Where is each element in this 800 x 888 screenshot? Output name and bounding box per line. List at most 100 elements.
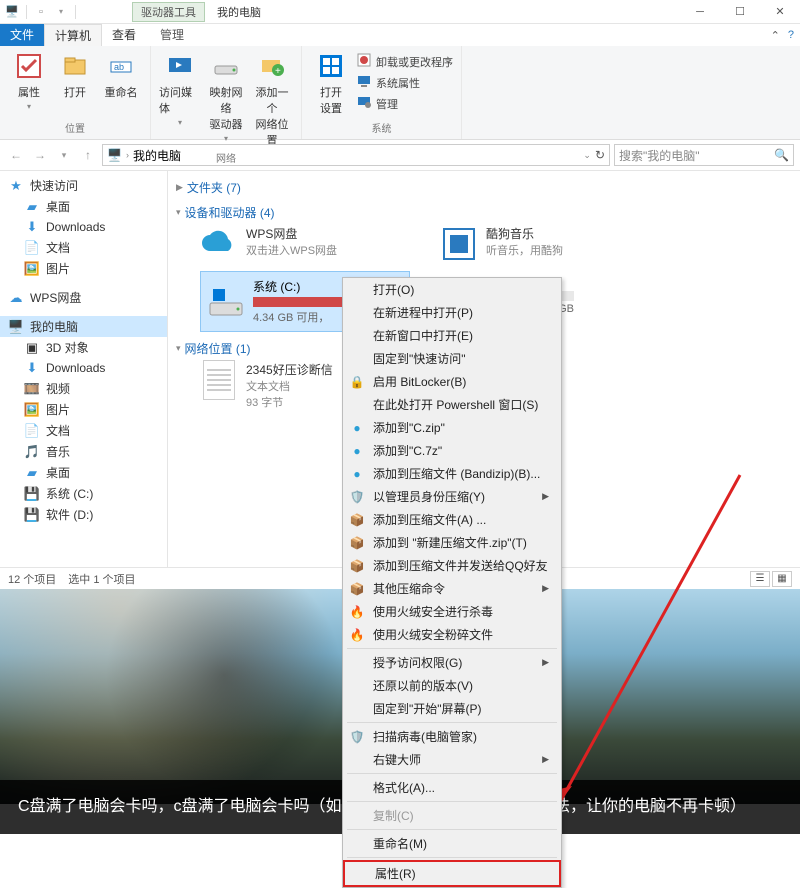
- open-button[interactable]: 打开: [54, 50, 96, 118]
- sidebar-item-quick-access[interactable]: ★快速访问: [0, 175, 167, 196]
- menu-powershell[interactable]: 在此处打开 Powershell 窗口(S): [343, 393, 561, 416]
- sidebar-item-wps[interactable]: ☁WPS网盘: [0, 287, 167, 308]
- dropdown-icon[interactable]: ▾: [53, 4, 69, 20]
- rename-button[interactable]: ab 重命名: [100, 50, 142, 118]
- manage-button[interactable]: 管理: [356, 94, 453, 113]
- menu-add-newzip[interactable]: 📦添加到 "新建压缩文件.zip"(T): [343, 531, 561, 554]
- sidebar-item-documents[interactable]: 📄文档: [0, 237, 167, 258]
- uninstall-programs-button[interactable]: 卸载或更改程序: [356, 52, 453, 71]
- refresh-button[interactable]: ↻: [595, 148, 605, 162]
- sidebar-item-desktop[interactable]: ▰桌面: [0, 196, 167, 217]
- sidebar-item-downloads2[interactable]: ⬇Downloads: [0, 358, 167, 378]
- sidebar-item-desktop2[interactable]: ▰桌面: [0, 462, 167, 483]
- svg-text:+: +: [275, 66, 281, 77]
- sidebar-item-downloads[interactable]: ⬇Downloads: [0, 217, 167, 237]
- menu-copy[interactable]: 复制(C): [343, 804, 561, 827]
- system-properties-button[interactable]: 系统属性: [356, 73, 453, 92]
- menu-scan-guanjia[interactable]: 🛡️扫描病毒(电脑管家): [343, 725, 561, 748]
- path-segment[interactable]: 我的电脑: [133, 147, 181, 164]
- search-icon[interactable]: 🔍: [774, 148, 789, 162]
- open-settings-button[interactable]: 打开 设置: [310, 50, 352, 118]
- separator: [347, 648, 557, 649]
- tab-file[interactable]: 文件: [0, 24, 44, 46]
- sidebar-item-documents2[interactable]: 📄文档: [0, 420, 167, 441]
- maximize-button[interactable]: ☐: [720, 0, 760, 24]
- sidebar-item-this-pc[interactable]: 🖥️我的电脑: [0, 316, 167, 337]
- picture-icon: 🖼️: [24, 402, 40, 418]
- sidebar-item-drive-d[interactable]: 💾软件 (D:): [0, 504, 167, 525]
- menu-format[interactable]: 格式化(A)...: [343, 776, 561, 799]
- menu-zip-qq[interactable]: 📦添加到压缩文件并发送给QQ好友: [343, 554, 561, 577]
- menu-other-zip[interactable]: 📦其他压缩命令▶: [343, 577, 561, 600]
- menu-huorong-shred[interactable]: 🔥使用火绒安全粉碎文件: [343, 623, 561, 646]
- menu-grant-access[interactable]: 授予访问权限(G)▶: [343, 651, 561, 674]
- flame-icon: 🔥: [349, 627, 365, 643]
- up-button[interactable]: ↑: [78, 145, 98, 165]
- history-dropdown[interactable]: ▾: [54, 145, 74, 165]
- menu-add-c7z[interactable]: ●添加到"C.7z": [343, 439, 561, 462]
- details-view-button[interactable]: ☰: [750, 571, 770, 587]
- section-folders[interactable]: ▶ 文件夹 (7): [176, 175, 792, 200]
- contextual-tab-drive-tools[interactable]: 驱动器工具: [132, 2, 205, 22]
- zip-icon: ●: [349, 466, 365, 482]
- back-button[interactable]: ←: [6, 145, 26, 165]
- collapse-ribbon-icon[interactable]: ⌃: [771, 29, 780, 42]
- properties-icon[interactable]: ▫: [33, 4, 49, 20]
- app-icon: [440, 225, 478, 263]
- document-icon: 📄: [24, 240, 40, 256]
- properties-button[interactable]: 属性 ▾: [8, 50, 50, 118]
- cloud-icon: [200, 225, 238, 263]
- menu-restore-previous[interactable]: 还原以前的版本(V): [343, 674, 561, 697]
- tab-view[interactable]: 查看: [102, 24, 146, 46]
- device-wps[interactable]: WPS网盘 双击进入WPS网盘: [200, 225, 400, 263]
- sidebar-item-drive-c[interactable]: 💾系统 (C:): [0, 483, 167, 504]
- picture-icon: 🖼️: [24, 261, 40, 277]
- forward-button[interactable]: →: [30, 145, 50, 165]
- settings-icon: [315, 50, 347, 82]
- menu-bandizip[interactable]: ●添加到压缩文件 (Bandizip)(B)...: [343, 462, 561, 485]
- menu-properties[interactable]: 属性(R): [343, 860, 561, 887]
- close-button[interactable]: ✕: [760, 0, 800, 24]
- menu-add-zip-a[interactable]: 📦添加到压缩文件(A) ...: [343, 508, 561, 531]
- sidebar-item-music[interactable]: 🎵音乐: [0, 441, 167, 462]
- access-media-button[interactable]: 访问媒体 ▾: [159, 50, 201, 148]
- menu-pin-start[interactable]: 固定到"开始"屏幕(P): [343, 697, 561, 720]
- sidebar-item-video[interactable]: 🎞️视频: [0, 378, 167, 399]
- menu-rename[interactable]: 重命名(M): [343, 832, 561, 855]
- pc-icon: [356, 73, 372, 92]
- separator: [347, 773, 557, 774]
- path-dropdown-icon[interactable]: ⌄: [583, 150, 591, 161]
- path-box[interactable]: 🖥️ › 我的电脑 ⌄ ↻: [102, 144, 610, 166]
- menu-pin-quick-access[interactable]: 固定到"快速访问": [343, 347, 561, 370]
- add-network-location-button[interactable]: + 添加一个 网络位置: [251, 50, 293, 148]
- menu-add-czip[interactable]: ●添加到"C.zip": [343, 416, 561, 439]
- desktop-icon: ▰: [24, 199, 40, 215]
- icons-view-button[interactable]: ▦: [772, 571, 792, 587]
- sidebar-item-pictures[interactable]: 🖼️图片: [0, 258, 167, 279]
- minimize-button[interactable]: ─: [680, 0, 720, 24]
- pc-icon: 🖥️: [8, 319, 24, 335]
- menu-open-new-process[interactable]: 在新进程中打开(P): [343, 301, 561, 324]
- menu-huorong-av[interactable]: 🔥使用火绒安全进行杀毒: [343, 600, 561, 623]
- tab-manage[interactable]: 管理: [150, 24, 194, 46]
- menu-open[interactable]: 打开(O): [343, 278, 561, 301]
- device-kugou[interactable]: 酷狗音乐 听音乐，用酷狗: [440, 225, 640, 263]
- menu-rightclick-master[interactable]: 右键大师▶: [343, 748, 561, 771]
- sidebar-item-3d[interactable]: ▣3D 对象: [0, 337, 167, 358]
- help-icon[interactable]: ?: [788, 29, 794, 41]
- ribbon-group-location: 属性 ▾ 打开 ab 重命名 位置: [0, 46, 151, 139]
- menu-open-new-window[interactable]: 在新窗口中打开(E): [343, 324, 561, 347]
- menu-admin-zip[interactable]: 🛡️以管理员身份压缩(Y)▶: [343, 485, 561, 508]
- menu-bitlocker[interactable]: 🔒启用 BitLocker(B): [343, 370, 561, 393]
- section-devices[interactable]: ▾ 设备和驱动器 (4): [176, 200, 792, 225]
- search-input[interactable]: 搜索"我的电脑" 🔍: [614, 144, 794, 166]
- tab-computer[interactable]: 计算机: [44, 24, 102, 46]
- archive-icon: 📦: [349, 558, 365, 574]
- selection-count: 选中 1 个项目: [68, 571, 135, 587]
- nav-pane: ★快速访问 ▰桌面 ⬇Downloads 📄文档 🖼️图片 ☁WPS网盘 🖥️我…: [0, 171, 168, 567]
- separator: [347, 829, 557, 830]
- rename-icon: ab: [105, 50, 137, 82]
- map-drive-button[interactable]: 映射网络 驱动器 ▾: [205, 50, 247, 148]
- ribbon-tabs: 文件 计算机 查看 管理 ⌃ ?: [0, 24, 800, 46]
- sidebar-item-pictures2[interactable]: 🖼️图片: [0, 399, 167, 420]
